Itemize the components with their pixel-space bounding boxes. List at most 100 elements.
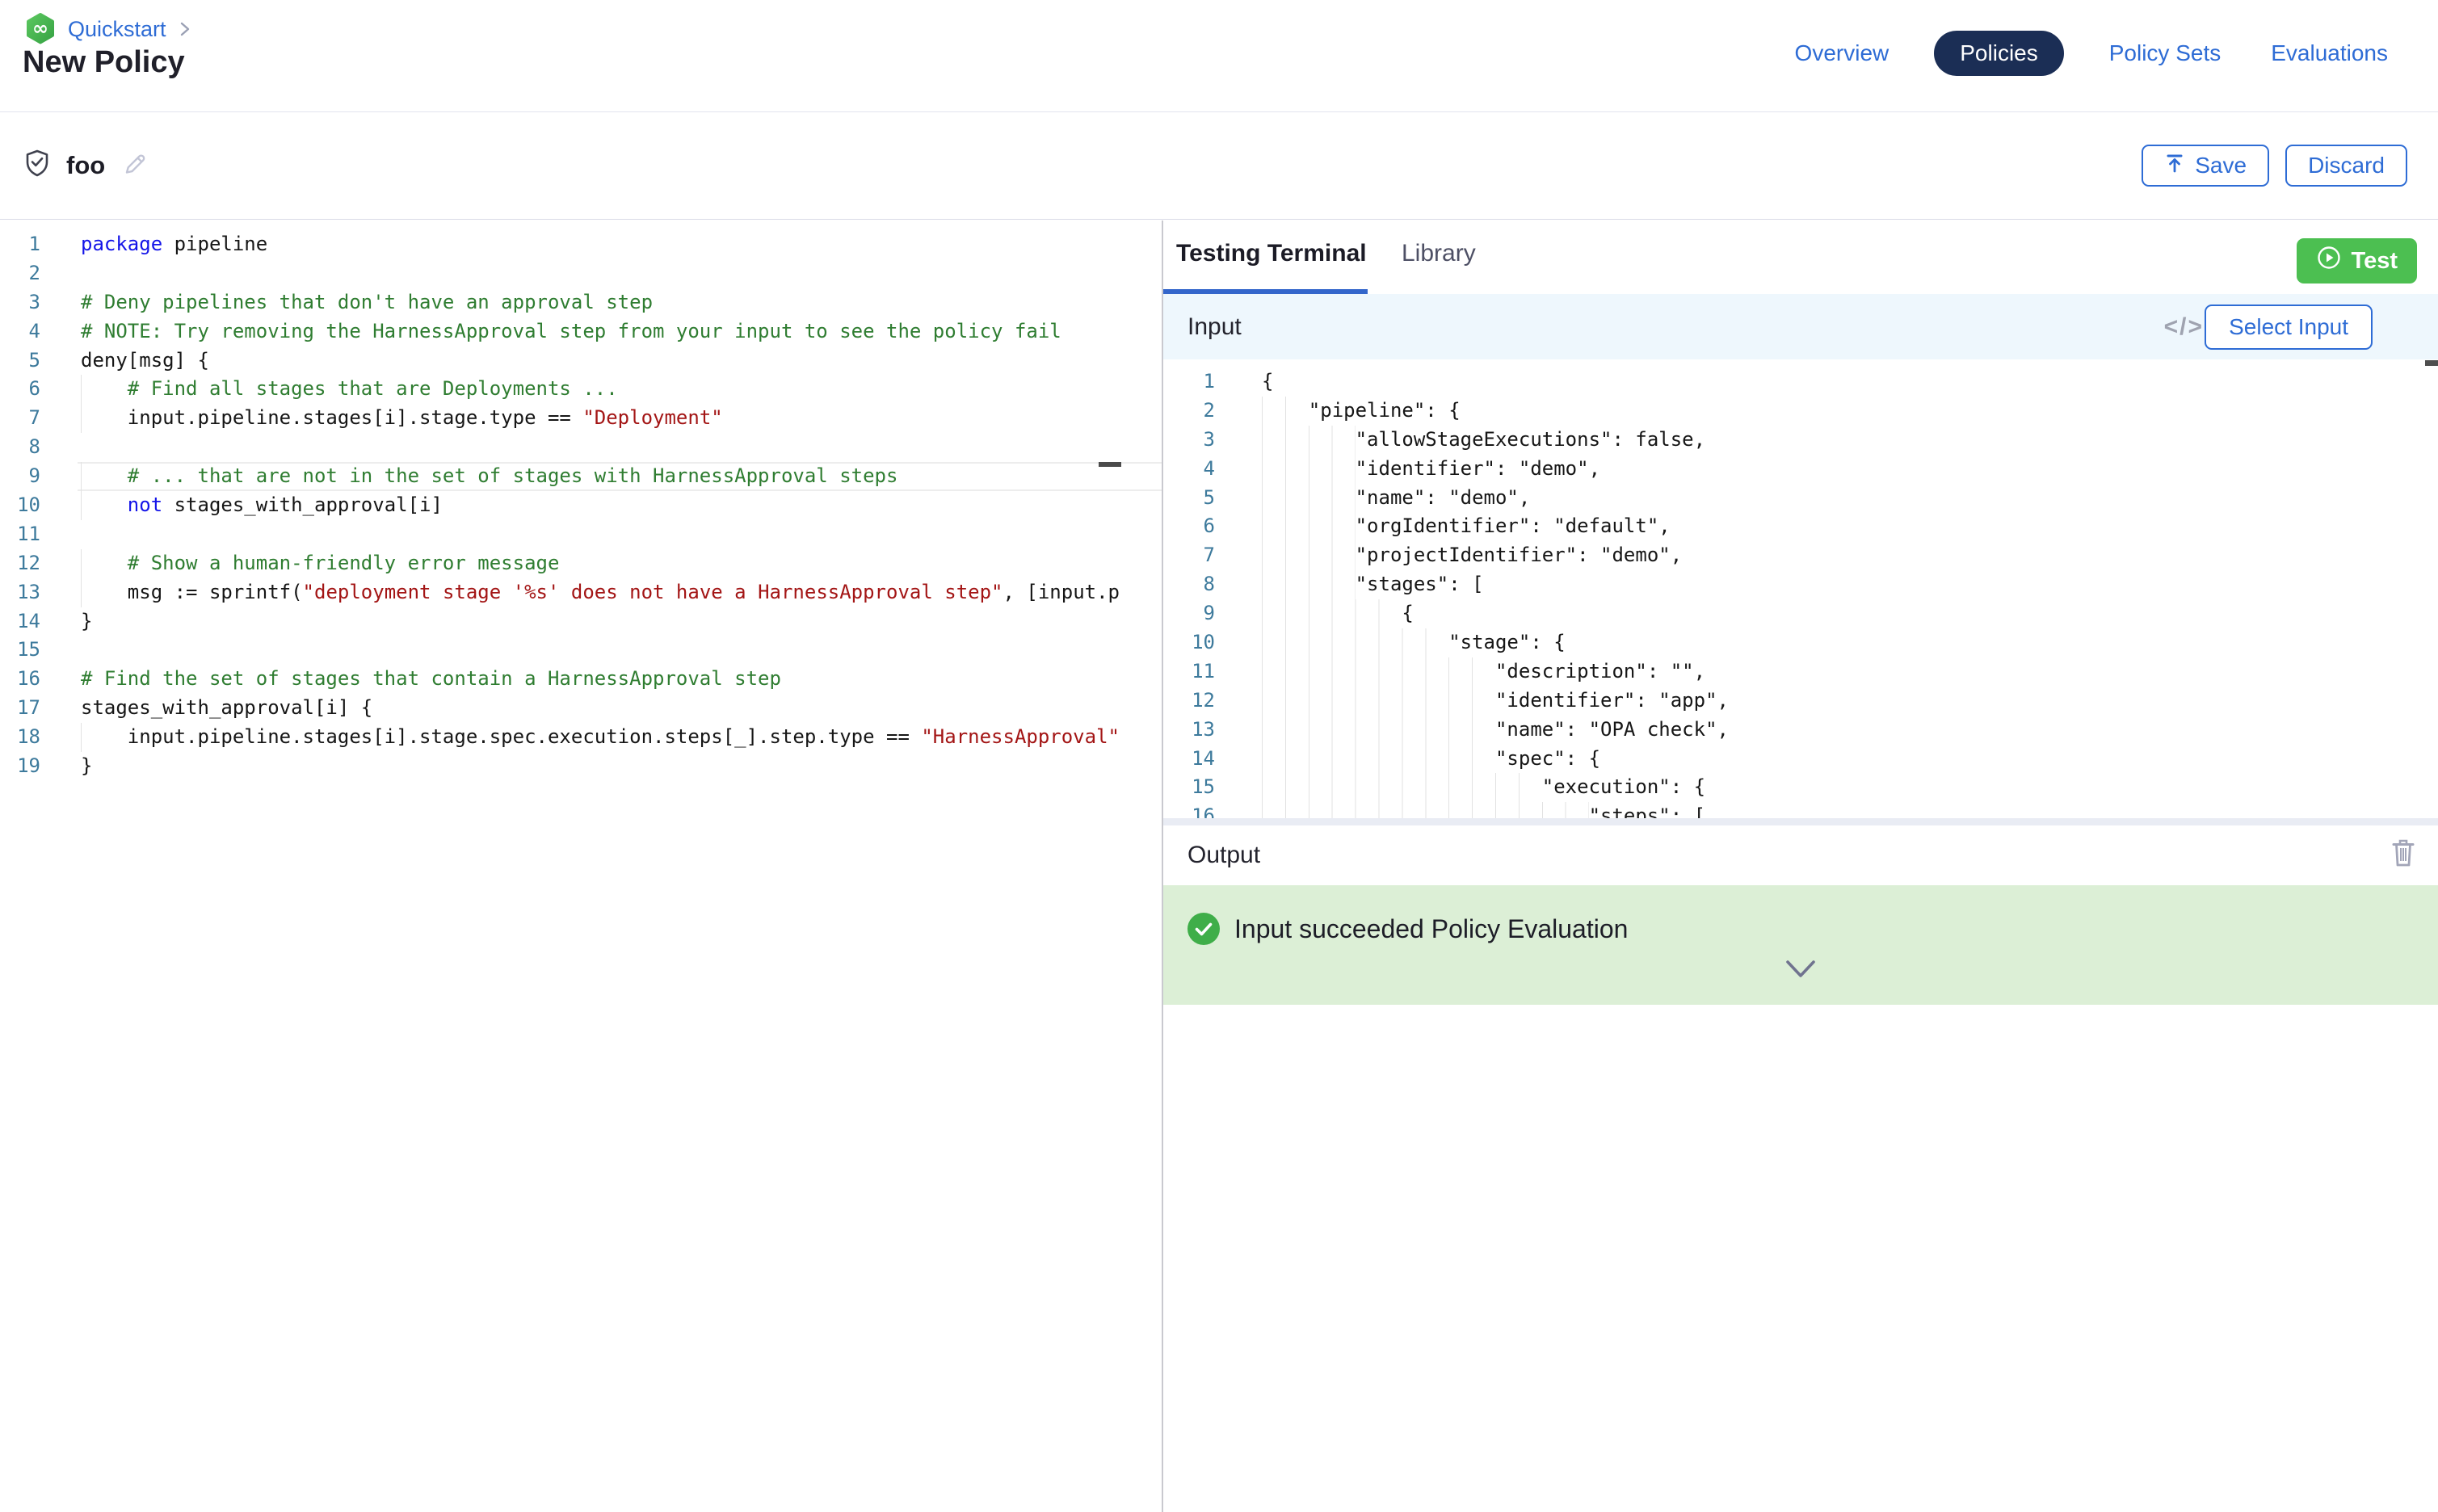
code-line[interactable]: 19} — [0, 752, 1162, 781]
indent-guides — [1262, 455, 1356, 484]
line-number: 4 — [0, 317, 40, 346]
indent-guides — [1262, 541, 1356, 570]
success-check-icon — [1186, 911, 1221, 951]
code-line[interactable]: 6 # Find all stages that are Deployments… — [0, 375, 1162, 404]
page-header: ∞ Quickstart New Policy Overview Policies… — [0, 0, 2438, 112]
discard-button[interactable]: Discard — [2285, 145, 2407, 187]
indent-guides — [1262, 745, 1495, 774]
chevron-down-icon[interactable] — [1784, 960, 1817, 983]
code-line[interactable]: 12 "identifier": "app", — [1163, 687, 2438, 716]
select-input-button[interactable]: Select Input — [2205, 304, 2373, 350]
code-line[interactable]: 2 — [0, 259, 1162, 288]
page-title: New Policy — [23, 45, 185, 80]
nav-tab-policy-sets[interactable]: Policy Sets — [2104, 31, 2226, 76]
line-number: 3 — [1163, 426, 1215, 455]
indent-guides — [1262, 628, 1448, 657]
line-number: 13 — [1163, 716, 1215, 745]
nav-tab-evaluations[interactable]: Evaluations — [2266, 31, 2393, 76]
line-number: 1 — [1163, 368, 1215, 397]
code-line[interactable]: 6 "orgIdentifier": "default", — [1163, 512, 2438, 541]
code-line[interactable]: 3 "allowStageExecutions": false, — [1163, 426, 2438, 455]
indent-guides — [1262, 512, 1356, 541]
line-number: 1 — [0, 230, 40, 259]
input-json-editor[interactable]: 1{2 "pipeline": {3 "allowStageExecutions… — [1163, 359, 2438, 818]
code-line[interactable]: 7 input.pipeline.stages[i].stage.type ==… — [0, 404, 1162, 433]
code-line[interactable]: 15 "execution": { — [1163, 773, 2438, 802]
code-line[interactable]: 1{ — [1163, 368, 2438, 397]
code-line[interactable]: 14 "spec": { — [1163, 745, 2438, 774]
code-line[interactable]: 5 "name": "demo", — [1163, 484, 2438, 513]
project-hexagon-icon: ∞ — [24, 11, 57, 47]
policy-editor-page: ∞ Quickstart New Policy Overview Policies… — [0, 0, 2438, 1512]
indent-guides — [1262, 397, 1309, 426]
code-line[interactable]: 9 { — [1163, 599, 2438, 628]
indent-guides — [81, 491, 128, 520]
indent-guides — [1262, 802, 1589, 818]
code-line[interactable]: 10 not stages_with_approval[i] — [0, 491, 1162, 520]
line-number: 6 — [0, 375, 40, 404]
edit-pencil-icon[interactable] — [121, 150, 149, 182]
indent-guides — [1262, 484, 1356, 513]
line-number: 16 — [0, 665, 40, 694]
code-view-icon[interactable]: </> — [2164, 313, 2204, 341]
nav-tab-overview[interactable]: Overview — [1790, 31, 1894, 76]
code-line[interactable]: 2 "pipeline": { — [1163, 397, 2438, 426]
code-line[interactable]: 8 "stages": [ — [1163, 570, 2438, 599]
code-line[interactable]: 4# NOTE: Try removing the HarnessApprova… — [0, 317, 1162, 346]
policy-code-editor[interactable]: 1package pipeline23# Deny pipelines that… — [0, 220, 1162, 1512]
code-line[interactable]: 9 # ... that are not in the set of stage… — [0, 462, 1162, 491]
code-line[interactable]: 5deny[msg] { — [0, 346, 1162, 376]
code-line[interactable]: 11 — [0, 520, 1162, 549]
line-number: 14 — [0, 607, 40, 636]
indent-guides — [1262, 599, 1402, 628]
scrollbar-thumb[interactable] — [2425, 360, 2438, 366]
line-number: 16 — [1163, 802, 1215, 818]
policy-shield-icon — [24, 149, 50, 183]
code-line[interactable]: 10 "stage": { — [1163, 628, 2438, 657]
indent-guides — [1262, 657, 1495, 687]
code-line[interactable]: 4 "identifier": "demo", — [1163, 455, 2438, 484]
indent-guides — [1262, 570, 1356, 599]
evaluation-result-banner: Input succeeded Policy Evaluation — [1163, 885, 2438, 1005]
code-line[interactable]: 8 — [0, 433, 1162, 462]
line-number: 2 — [1163, 397, 1215, 426]
output-section-title: Output — [1187, 842, 1260, 869]
test-button-label: Test — [2352, 248, 2398, 275]
save-button-label: Save — [2195, 153, 2247, 178]
line-number: 9 — [1163, 599, 1215, 628]
code-line[interactable]: 1package pipeline — [0, 230, 1162, 259]
code-line[interactable]: 12 # Show a human-friendly error message — [0, 549, 1162, 578]
indent-guides — [1262, 773, 1542, 802]
testing-tabs-row: Testing Terminal Library Test — [1163, 220, 2438, 294]
code-line[interactable]: 11 "description": "", — [1163, 657, 2438, 687]
code-line[interactable]: 17stages_with_approval[i] { — [0, 694, 1162, 723]
line-number: 7 — [1163, 541, 1215, 570]
trash-icon[interactable] — [2390, 837, 2417, 873]
line-number: 4 — [1163, 455, 1215, 484]
line-number: 2 — [0, 259, 40, 288]
tab-library[interactable]: Library — [1402, 240, 1476, 267]
section-divider — [1163, 818, 2438, 825]
breadcrumb-link-quickstart[interactable]: Quickstart — [68, 17, 166, 42]
code-line[interactable]: 3# Deny pipelines that don't have an app… — [0, 288, 1162, 317]
code-line[interactable]: 14} — [0, 607, 1162, 636]
indent-guides — [1262, 716, 1495, 745]
nav-tab-policies[interactable]: Policies — [1934, 31, 2063, 76]
code-line[interactable]: 16# Find the set of stages that contain … — [0, 665, 1162, 694]
code-line[interactable]: 7 "projectIdentifier": "demo", — [1163, 541, 2438, 570]
code-line[interactable]: 13 msg := sprintf("deployment stage '%s'… — [0, 578, 1162, 607]
indent-guides — [81, 578, 128, 607]
indent-guides — [1262, 687, 1495, 716]
code-line[interactable]: 13 "name": "OPA check", — [1163, 716, 2438, 745]
test-button[interactable]: Test — [2297, 238, 2417, 284]
line-number: 19 — [0, 752, 40, 781]
code-line[interactable]: 16 "steps": [ — [1163, 802, 2438, 818]
tab-testing-terminal[interactable]: Testing Terminal — [1176, 240, 1367, 267]
indent-guides — [1262, 426, 1356, 455]
save-upload-icon — [2164, 153, 2185, 179]
code-line[interactable]: 18 input.pipeline.stages[i].stage.spec.e… — [0, 723, 1162, 752]
code-line[interactable]: 15 — [0, 636, 1162, 665]
input-section-title: Input — [1187, 313, 1242, 341]
save-button[interactable]: Save — [2142, 145, 2269, 187]
line-number: 18 — [0, 723, 40, 752]
